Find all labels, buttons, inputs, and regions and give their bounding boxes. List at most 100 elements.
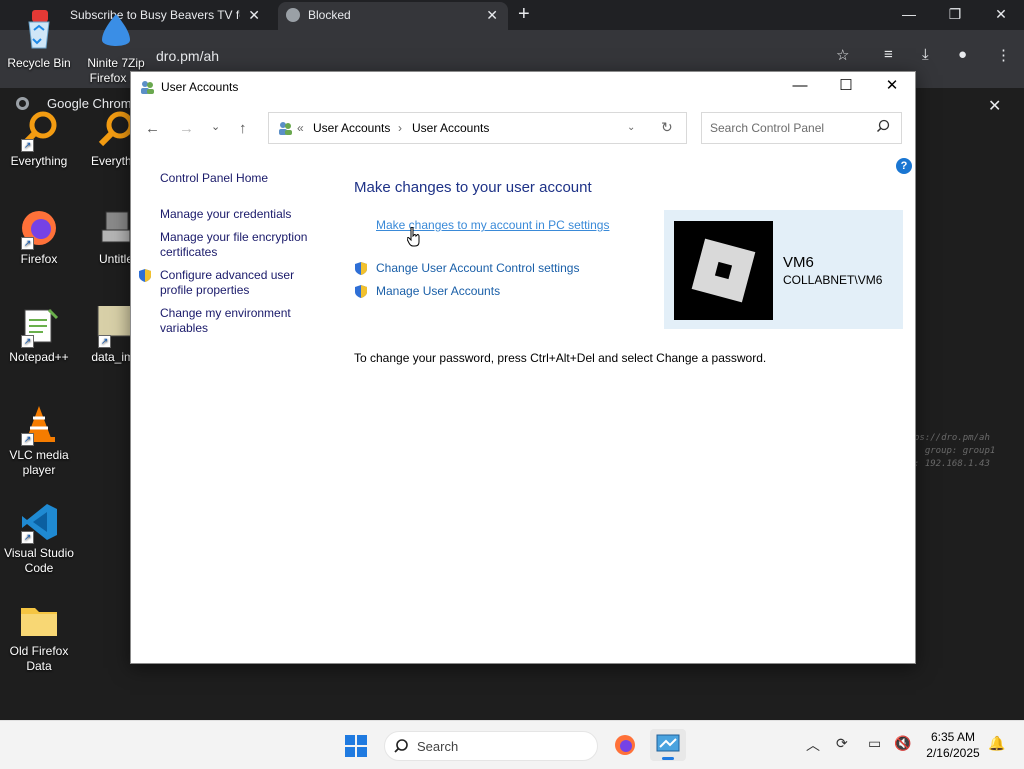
user-accounts-window: User Accounts — ☐ ✕ ← → ⌄ ↑ « User Accou… xyxy=(130,71,916,664)
chevron-up-icon[interactable]: ︿ xyxy=(806,735,820,755)
control-panel-icon xyxy=(277,120,293,139)
breadcrumb-user-accounts[interactable]: User Accounts xyxy=(313,121,390,135)
desktop-icon-vlc[interactable]: ↗ VLC media player xyxy=(1,404,77,478)
firefox-icon: ↗ xyxy=(19,208,59,250)
close-icon[interactable]: ✕ xyxy=(988,96,1001,116)
address-bar[interactable]: « User Accounts › User Accounts ⌄ ↻ xyxy=(268,112,687,144)
uac-shield-icon xyxy=(354,284,368,298)
nav-advanced-user-profile[interactable]: Configure advanced user profile properti… xyxy=(160,268,305,298)
url-bar[interactable]: dro.pm/ah xyxy=(156,48,219,64)
magnifier-icon: ↗ xyxy=(19,110,59,152)
search-input[interactable]: Search Control Panel xyxy=(701,112,902,144)
nav-environment-variables[interactable]: Change my environment variables xyxy=(160,306,310,336)
new-tab-button[interactable]: + xyxy=(518,0,530,28)
profile-icon[interactable]: ● xyxy=(958,46,967,63)
close-icon[interactable]: ✕ xyxy=(486,2,498,28)
vlc-cone-icon: ↗ xyxy=(19,404,59,446)
shortcut-arrow-icon: ↗ xyxy=(21,139,34,152)
icon-label: Untitle xyxy=(98,252,133,266)
close-icon[interactable]: ✕ xyxy=(248,2,260,28)
desktop-icon-vscode[interactable]: ↗ Visual Studio Code xyxy=(1,502,77,576)
desktop-icon-firefox[interactable]: ↗ Firefox xyxy=(1,208,77,267)
uac-shield-icon xyxy=(354,261,368,275)
help-icon[interactable]: ? xyxy=(896,158,912,174)
forward-arrow-icon[interactable]: → xyxy=(179,120,194,137)
globe-icon xyxy=(286,8,300,22)
nav-control-panel-home[interactable]: Control Panel Home xyxy=(160,171,330,185)
terminal-text: ps://dro.pm/ah group: group1 : 192.168.1… xyxy=(914,433,996,469)
browser-tab-2[interactable]: Blocked ✕ xyxy=(278,2,508,30)
refresh-icon[interactable]: ↻ xyxy=(661,119,673,136)
shortcut-arrow-icon: ↗ xyxy=(21,531,34,544)
tab-title: Blocked xyxy=(308,8,351,22)
window-titlebar[interactable]: User Accounts — ☐ ✕ xyxy=(131,72,915,102)
shortcut-arrow-icon: ↗ xyxy=(21,335,34,348)
chevron-down-icon[interactable]: ⌄ xyxy=(627,122,635,133)
icon-label: Everything xyxy=(10,154,68,168)
close-button[interactable]: ✕ xyxy=(869,72,915,102)
clock-date: 2/16/2025 xyxy=(926,746,980,760)
ninite-icon xyxy=(96,12,136,52)
browser-close-button[interactable]: ✕ xyxy=(978,0,1024,28)
back-arrow-icon[interactable]: ← xyxy=(145,120,160,137)
breadcrumb-user-accounts-current[interactable]: User Accounts xyxy=(412,121,489,135)
up-arrow-icon[interactable]: ↑ xyxy=(239,120,247,137)
link-manage-user-accounts[interactable]: Manage User Accounts xyxy=(376,284,500,298)
shortcut-arrow-icon: ↗ xyxy=(21,237,34,250)
clock[interactable]: 6:35 AM 2/16/2025 xyxy=(918,729,988,761)
nav-file-encryption-certificates[interactable]: Manage your file encryption certificates xyxy=(160,230,330,260)
desktop-icon-old-firefox-data[interactable]: Old Firefox Data xyxy=(1,600,77,674)
avatar[interactable] xyxy=(674,221,773,320)
icon-label: Recycle Bin xyxy=(7,56,71,70)
user-card: VM6 COLLABNET\VM6 xyxy=(664,210,903,329)
search-placeholder: Search Control Panel xyxy=(710,121,825,135)
download-icon[interactable]: ⤓ xyxy=(922,46,929,63)
icon-label: Old Firefox Data xyxy=(9,644,69,673)
taskbar-search[interactable]: Search xyxy=(384,731,598,761)
media-icon[interactable]: ≡ xyxy=(884,46,893,63)
breadcrumb-overflow[interactable]: « xyxy=(297,121,304,135)
uac-shield-icon xyxy=(138,268,152,282)
search-icon[interactable] xyxy=(876,119,890,136)
bookmark-item[interactable]: Google Chrom xyxy=(16,96,132,111)
desktop-icon-everything[interactable]: ↗ Everything xyxy=(1,110,77,169)
icon-label: Firefox xyxy=(20,252,58,266)
icon-label: Visual Studio Code xyxy=(4,546,74,575)
notepadpp-icon: ↗ xyxy=(19,306,59,348)
control-panel-taskbar-button[interactable] xyxy=(650,729,686,761)
taskbar-search-label: Search xyxy=(417,739,459,754)
password-note: To change your password, press Ctrl+Alt+… xyxy=(354,351,767,365)
browser-minimize-button[interactable]: — xyxy=(886,0,932,28)
menu-icon[interactable]: ⋮ xyxy=(996,46,1011,64)
minimize-button[interactable]: — xyxy=(777,72,823,102)
desktop-icon-recycle-bin[interactable]: Recycle Bin xyxy=(1,12,77,71)
icon-label: Notepad++ xyxy=(9,350,69,364)
recent-locations-chevron-icon[interactable]: ⌄ xyxy=(211,120,220,133)
star-icon[interactable]: ☆ xyxy=(836,46,849,64)
user-accounts-icon xyxy=(139,79,155,95)
vscode-icon: ↗ xyxy=(19,502,59,544)
sync-icon[interactable]: ⟳ xyxy=(836,735,848,752)
volume-muted-icon[interactable]: 🔇 xyxy=(894,735,911,752)
search-icon xyxy=(393,738,409,757)
taskbar: Search ︿ ⟳ ▭ 🔇 6:35 AM 2/16/2025 🔔 xyxy=(0,720,1024,769)
firefox-icon[interactable] xyxy=(613,733,637,760)
recycle-bin-icon xyxy=(19,12,59,52)
browser-restore-button[interactable]: ❐ xyxy=(932,0,978,28)
desktop-icon-notepadpp[interactable]: ↗ Notepad++ xyxy=(1,306,77,365)
link-uac-settings[interactable]: Change User Account Control settings xyxy=(376,261,579,275)
user-name: VM6 xyxy=(783,254,814,271)
windows-start-icon[interactable] xyxy=(344,734,368,761)
hand-cursor-icon xyxy=(406,226,421,250)
shortcut-arrow-icon: ↗ xyxy=(98,335,111,348)
shortcut-arrow-icon: ↗ xyxy=(21,433,34,446)
breadcrumb-separator-icon: › xyxy=(398,121,402,135)
user-account: COLLABNET\VM6 xyxy=(783,273,883,287)
network-icon[interactable]: ▭ xyxy=(868,735,881,752)
clock-time: 6:35 AM xyxy=(930,730,976,744)
notification-bell-icon[interactable]: 🔔 xyxy=(988,735,1005,752)
folder-icon xyxy=(19,600,59,640)
icon-label: VLC media player xyxy=(9,448,69,477)
maximize-button[interactable]: ☐ xyxy=(823,72,869,102)
nav-manage-credentials[interactable]: Manage your credentials xyxy=(160,207,330,222)
